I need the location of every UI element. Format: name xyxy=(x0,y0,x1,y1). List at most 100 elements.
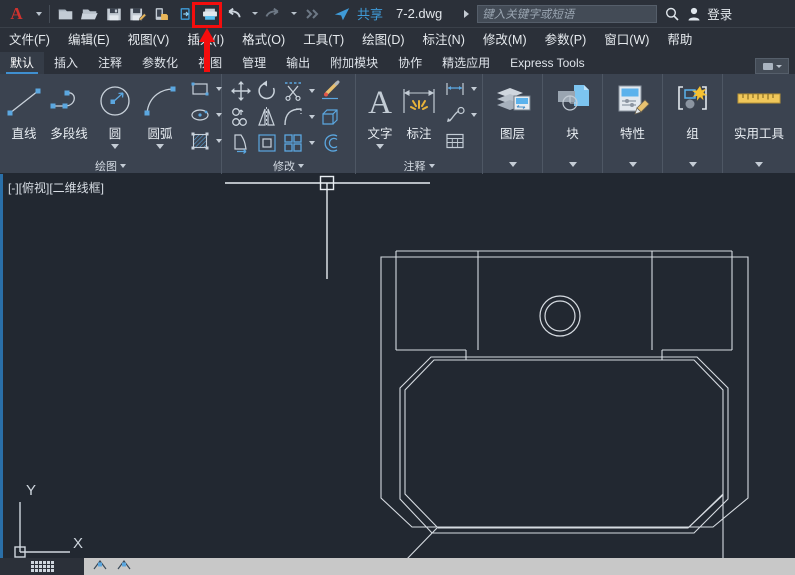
explode-icon xyxy=(319,106,341,128)
print-button[interactable] xyxy=(198,3,222,25)
draw-polyline-button[interactable]: 多段线 xyxy=(45,78,93,142)
draw-polyline-label: 多段线 xyxy=(50,123,88,142)
tab-default[interactable]: 默认 xyxy=(0,52,44,74)
chevron-down-icon[interactable] xyxy=(376,144,384,149)
ribbon-panel-annotation: A 文字 标注 xyxy=(356,74,483,174)
annotate-leader-button[interactable] xyxy=(442,102,468,128)
cloud-open-button[interactable] xyxy=(174,3,198,25)
ribbon-minimize-button[interactable] xyxy=(755,58,789,74)
save-as-button[interactable] xyxy=(126,3,150,25)
more-commands-button[interactable] xyxy=(300,3,324,25)
annotate-table-button[interactable] xyxy=(442,128,468,154)
share-label-wrap[interactable]: 共享 xyxy=(354,0,386,28)
tab-addins[interactable]: 附加模块 xyxy=(320,52,388,74)
model-space-button[interactable] xyxy=(0,558,84,575)
ucs-icon: Y X xyxy=(4,444,124,558)
ribbon-panel-properties[interactable]: 特性 xyxy=(603,74,663,173)
undo-dropdown[interactable] xyxy=(246,0,261,28)
layers-panel-expand-icon[interactable] xyxy=(509,162,517,167)
utilities-panel-expand-icon[interactable] xyxy=(755,162,763,167)
chevron-down-icon[interactable] xyxy=(156,144,164,149)
modify-erase-button[interactable] xyxy=(317,78,343,104)
login-link[interactable]: 登录 xyxy=(707,4,732,23)
menu-view[interactable]: 视图(V) xyxy=(119,28,179,52)
menu-modify[interactable]: 修改(M) xyxy=(474,28,536,52)
modify-explode-button[interactable] xyxy=(317,104,343,130)
annotation-arrow-icon xyxy=(198,28,216,72)
search-input[interactable]: 键入关键字或短语 xyxy=(477,5,657,23)
redo-dropdown[interactable] xyxy=(285,0,300,28)
tab-insert[interactable]: 插入 xyxy=(44,52,88,74)
properties-panel-expand-icon[interactable] xyxy=(629,162,637,167)
save-button[interactable] xyxy=(102,3,126,25)
user-account-button[interactable] xyxy=(683,0,705,28)
menu-format[interactable]: 格式(O) xyxy=(233,28,294,52)
redo-button[interactable] xyxy=(261,3,285,25)
modify-scale-button[interactable] xyxy=(254,130,280,156)
open-file-button[interactable] xyxy=(78,3,102,25)
draw-circle-button[interactable]: 圆 xyxy=(93,78,137,149)
tab-collaborate[interactable]: 协作 xyxy=(388,52,432,74)
modify-mirror-button[interactable] xyxy=(254,104,280,130)
export-button[interactable] xyxy=(150,3,174,25)
ellipse-icon xyxy=(190,105,210,125)
modify-array-button[interactable] xyxy=(280,130,306,156)
ribbon-panel-group[interactable]: 组 xyxy=(663,74,723,173)
modify-move-button[interactable] xyxy=(228,78,254,104)
tab-express-tools[interactable]: Express Tools xyxy=(500,52,594,74)
draw-ellipse-button[interactable] xyxy=(187,102,213,128)
menu-file[interactable]: 文件(F) xyxy=(0,28,59,52)
modify-panel-title-row[interactable]: 修改 xyxy=(222,158,355,174)
application-menu-caret[interactable] xyxy=(30,0,45,28)
ribbon-panel-block[interactable]: 块 xyxy=(543,74,603,173)
annotate-text-button[interactable]: A 文字 xyxy=(362,78,398,149)
menu-window[interactable]: 窗口(W) xyxy=(595,28,658,52)
chevron-down-icon xyxy=(298,164,304,168)
document-dropdown-icon[interactable] xyxy=(464,10,469,18)
grid-snap-icon[interactable] xyxy=(116,558,134,575)
annotation-panel-title-row[interactable]: 注释 xyxy=(356,158,482,174)
linear-dim-dropdown[interactable] xyxy=(468,76,479,102)
menu-draw[interactable]: 绘图(D) xyxy=(353,28,413,52)
search-button[interactable] xyxy=(661,0,683,28)
modify-offset-button[interactable] xyxy=(317,130,343,156)
application-menu-button[interactable]: A xyxy=(0,0,30,28)
block-panel-expand-icon[interactable] xyxy=(569,162,577,167)
draw-line-button[interactable]: 直线 xyxy=(3,78,45,142)
ribbon-panel-utilities[interactable]: 实用工具 xyxy=(723,74,795,173)
trim-dropdown[interactable] xyxy=(306,78,317,104)
drawing-canvas[interactable]: [-][俯视][二维线框] xyxy=(0,174,795,558)
tab-manage[interactable]: 管理 xyxy=(232,52,276,74)
leader-dropdown[interactable] xyxy=(468,102,479,128)
undo-button[interactable] xyxy=(222,3,246,25)
menu-parameters[interactable]: 参数(P) xyxy=(536,28,596,52)
share-button[interactable] xyxy=(330,3,354,25)
annotate-linear-dim-button[interactable] xyxy=(442,76,468,102)
modify-trim-button[interactable] xyxy=(280,78,306,104)
menu-dimension[interactable]: 标注(N) xyxy=(414,28,474,52)
properties-label: 特性 xyxy=(620,123,645,142)
snap-icon[interactable] xyxy=(92,558,110,575)
new-file-button[interactable] xyxy=(54,3,78,25)
tab-parametric[interactable]: 参数化 xyxy=(132,52,188,74)
menu-edit[interactable]: 编辑(E) xyxy=(59,28,119,52)
chevron-down-icon[interactable] xyxy=(111,144,119,149)
modify-copy-button[interactable] xyxy=(228,104,254,130)
tab-annotate[interactable]: 注释 xyxy=(88,52,132,74)
modify-fillet-button[interactable] xyxy=(280,104,306,130)
draw-hatch-button[interactable] xyxy=(187,128,213,154)
modify-rotate-button[interactable] xyxy=(254,78,280,104)
menu-tools[interactable]: 工具(T) xyxy=(294,28,353,52)
group-panel-expand-icon[interactable] xyxy=(689,162,697,167)
fillet-dropdown[interactable] xyxy=(306,104,317,130)
tab-output[interactable]: 输出 xyxy=(276,52,320,74)
annotate-dimension-button[interactable]: 标注 xyxy=(398,78,440,142)
modify-stretch-button[interactable] xyxy=(228,130,254,156)
ribbon-panel-layers[interactable]: 图层 xyxy=(483,74,543,173)
draw-rectangle-button[interactable] xyxy=(187,76,213,102)
draw-arc-button[interactable]: 圆弧 xyxy=(137,78,183,149)
draw-panel-title-row[interactable]: 绘图 xyxy=(0,158,221,174)
array-dropdown[interactable] xyxy=(306,130,317,156)
menu-help[interactable]: 帮助 xyxy=(658,28,701,52)
tab-featured-apps[interactable]: 精选应用 xyxy=(432,52,500,74)
